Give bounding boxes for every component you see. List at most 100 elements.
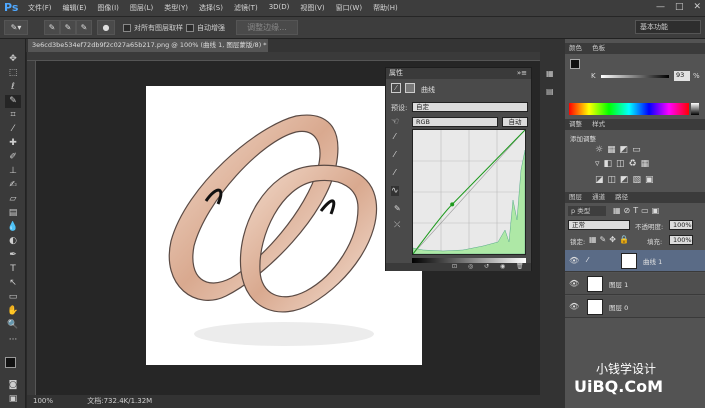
channel-select[interactable]: RGB bbox=[412, 117, 498, 127]
workspace-select[interactable]: 基本功能 bbox=[635, 20, 701, 34]
tab-adjustments[interactable]: 调整 bbox=[569, 120, 582, 128]
menu-layer[interactable]: 图层(L) bbox=[130, 3, 153, 13]
adjustment-icons-row1[interactable]: ☼▦◩▭ bbox=[595, 145, 645, 155]
history-brush-tool-icon[interactable]: ✍ bbox=[5, 179, 21, 192]
pen-tool-icon[interactable]: ✒ bbox=[5, 249, 21, 262]
visibility-icon[interactable]: ◉ bbox=[500, 263, 505, 270]
hand-tool-icon[interactable]: ✋ bbox=[5, 305, 21, 318]
layer-mask-thumbnail[interactable] bbox=[621, 253, 637, 269]
trash-icon[interactable]: 🗑 bbox=[516, 263, 524, 270]
menu-select[interactable]: 选择(S) bbox=[199, 3, 223, 13]
refine-edge-button[interactable]: 调整边缘... bbox=[236, 20, 298, 35]
crop-tool-icon[interactable]: ⌗ bbox=[5, 109, 21, 122]
layer-row-layer0[interactable]: 👁 图层 0 bbox=[565, 296, 705, 318]
tab-paths[interactable]: 路径 bbox=[615, 193, 628, 201]
add-selection-icon[interactable]: ✎ bbox=[60, 20, 76, 35]
panel-menu-icon[interactable]: »≡ bbox=[517, 68, 527, 79]
minimize-icon[interactable]: — bbox=[656, 2, 665, 12]
opacity-field[interactable]: 100% bbox=[669, 220, 693, 230]
quick-select-tool-icon[interactable]: ✎ bbox=[5, 95, 21, 108]
layer-filter-icons[interactable]: ▦⊘T▭▣ bbox=[613, 206, 662, 215]
smooth-curve-icon[interactable]: ⤫ bbox=[394, 220, 400, 230]
lock-icons[interactable]: ▦✎✥🔒 bbox=[589, 235, 632, 244]
reset-icon[interactable]: ↺ bbox=[484, 263, 489, 270]
tab-color[interactable]: 颜色 bbox=[569, 44, 582, 52]
new-selection-icon[interactable]: ✎ bbox=[44, 20, 60, 35]
eraser-tool-icon[interactable]: ▱ bbox=[5, 193, 21, 206]
auto-enhance-checkbox[interactable] bbox=[186, 24, 194, 32]
zoom-level[interactable]: 100% bbox=[33, 397, 53, 405]
layer-name[interactable]: 曲线 1 bbox=[643, 256, 662, 266]
eyedropper-gray-icon[interactable]: ⁄ bbox=[394, 150, 395, 159]
dodge-tool-icon[interactable]: ◐ bbox=[5, 235, 21, 248]
marquee-tool-icon[interactable]: ⬚ bbox=[5, 67, 21, 80]
menu-filter[interactable]: 滤镜(T) bbox=[234, 3, 258, 13]
type-tool-icon[interactable]: T bbox=[5, 263, 21, 276]
layer-row-curves[interactable]: 👁 ⁄ 曲线 1 bbox=[565, 250, 705, 272]
tab-styles[interactable]: 样式 bbox=[592, 120, 605, 128]
sample-all-layers-checkbox[interactable] bbox=[123, 24, 131, 32]
history-panel-icon[interactable]: ▦ bbox=[546, 69, 559, 81]
adjustment-icons-row3[interactable]: ◪◫◩▧▣ bbox=[595, 175, 658, 185]
curve-edit-icon[interactable]: ∿ bbox=[391, 186, 399, 196]
layer-name[interactable]: 图层 0 bbox=[609, 302, 628, 312]
brush-tool-icon[interactable]: ✐ bbox=[5, 151, 21, 164]
mask-icon[interactable] bbox=[405, 83, 415, 93]
k-slider[interactable] bbox=[601, 75, 669, 78]
color-spectrum[interactable] bbox=[569, 103, 689, 115]
properties-tab[interactable]: 属性 bbox=[389, 69, 403, 77]
menu-view[interactable]: 视图(V) bbox=[300, 3, 324, 13]
more-tools-icon[interactable]: ··· bbox=[5, 334, 21, 347]
layer-name[interactable]: 图层 1 bbox=[609, 279, 628, 289]
stamp-tool-icon[interactable]: ⊥ bbox=[5, 165, 21, 178]
eye-icon[interactable]: 👁 bbox=[569, 302, 579, 312]
eyedropper-tool-icon[interactable]: ⁄ bbox=[5, 123, 21, 136]
menu-image[interactable]: 图像(I) bbox=[97, 3, 119, 13]
maximize-icon[interactable]: □ bbox=[675, 2, 684, 12]
preset-select[interactable]: 自定 bbox=[412, 102, 528, 112]
curve-graph[interactable] bbox=[412, 129, 526, 255]
menu-file[interactable]: 文件(F) bbox=[28, 3, 52, 13]
fill-field[interactable]: 100% bbox=[669, 235, 693, 245]
properties-header[interactable]: 属性 »≡ bbox=[386, 68, 531, 79]
tab-swatches[interactable]: 色板 bbox=[592, 44, 605, 52]
auto-enhance-option[interactable]: 自动增强 bbox=[186, 23, 225, 33]
brush-size-icon[interactable]: ● bbox=[97, 20, 115, 35]
move-tool-icon[interactable]: ✥ bbox=[5, 53, 21, 66]
quick-mask-icon[interactable]: ◙ bbox=[5, 379, 21, 392]
clip-to-layer-icon[interactable]: ⊡ bbox=[452, 263, 457, 270]
lasso-tool-icon[interactable]: ℓ bbox=[5, 81, 21, 94]
blend-mode-select[interactable]: 正常 bbox=[568, 220, 630, 230]
pencil-curve-icon[interactable]: ✎ bbox=[394, 204, 401, 213]
layer-row-layer1[interactable]: 👁 图层 1 bbox=[565, 273, 705, 295]
eyedropper-black-icon[interactable]: ⁄ bbox=[394, 132, 395, 141]
eye-icon[interactable]: 👁 bbox=[569, 256, 579, 266]
blur-tool-icon[interactable]: 💧 bbox=[5, 221, 21, 234]
path-select-tool-icon[interactable]: ↖ bbox=[5, 277, 21, 290]
tab-layers[interactable]: 图层 bbox=[569, 193, 582, 201]
foreground-color-swatch[interactable] bbox=[5, 357, 16, 368]
menu-3d[interactable]: 3D(D) bbox=[269, 3, 290, 13]
healing-tool-icon[interactable]: ✚ bbox=[5, 137, 21, 150]
shape-tool-icon[interactable]: ▭ bbox=[5, 291, 21, 304]
auto-button[interactable]: 自动 bbox=[502, 117, 528, 127]
menu-edit[interactable]: 编辑(E) bbox=[63, 3, 87, 13]
screen-mode-icon[interactable]: ▣ bbox=[5, 393, 21, 406]
layer-filter-select[interactable]: p 类型 bbox=[568, 206, 606, 216]
menu-window[interactable]: 窗口(W) bbox=[336, 3, 362, 13]
document-canvas[interactable] bbox=[146, 86, 422, 365]
properties-dock-icon[interactable]: ▤ bbox=[546, 87, 559, 99]
subtract-selection-icon[interactable]: ✎ bbox=[76, 20, 92, 35]
eye-icon[interactable]: 👁 bbox=[569, 279, 579, 289]
tab-channels[interactable]: 通道 bbox=[592, 193, 605, 201]
document-size[interactable]: 文档:732.4K/1.32M bbox=[87, 397, 152, 405]
zoom-tool-icon[interactable]: 🔍 bbox=[5, 319, 21, 332]
document-tab[interactable]: 3e6cd3be534ef72db9f2c027a65b217.png @ 10… bbox=[28, 39, 268, 52]
gray-ramp[interactable] bbox=[691, 103, 699, 115]
gradient-tool-icon[interactable]: ▤ bbox=[5, 207, 21, 220]
fg-color-chip[interactable] bbox=[570, 59, 580, 69]
sample-all-layers-option[interactable]: 对所有图层取样 bbox=[123, 23, 183, 33]
k-value-field[interactable]: 93 bbox=[674, 71, 690, 81]
eyedropper-white-icon[interactable]: ⁄ bbox=[394, 168, 395, 177]
menu-help[interactable]: 帮助(H) bbox=[373, 3, 398, 13]
